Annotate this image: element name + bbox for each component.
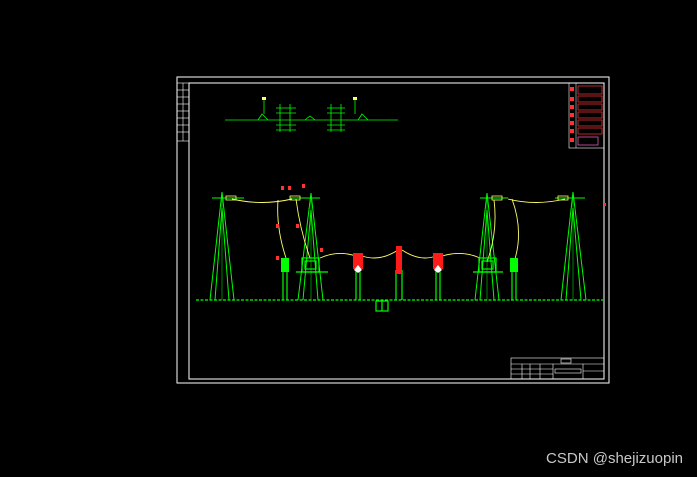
- watermark-text: CSDN @shejizuopin: [546, 450, 683, 467]
- cad-drawing-canvas: [176, 76, 610, 384]
- annotation-markers: [276, 184, 606, 260]
- transformer-group-left: [263, 99, 296, 132]
- outer-frame: [176, 76, 610, 384]
- schematic-markers: [262, 97, 357, 100]
- breaker-icon: [353, 246, 443, 274]
- foundation-icon: [375, 300, 389, 312]
- title-block: [510, 357, 605, 380]
- transformer-group-right: [327, 99, 356, 132]
- inner-frame: [188, 82, 605, 380]
- insulator-icon: [225, 195, 569, 201]
- revision-strip: [176, 82, 190, 142]
- legend-table: [568, 82, 605, 149]
- single-line-schematic: [225, 99, 398, 132]
